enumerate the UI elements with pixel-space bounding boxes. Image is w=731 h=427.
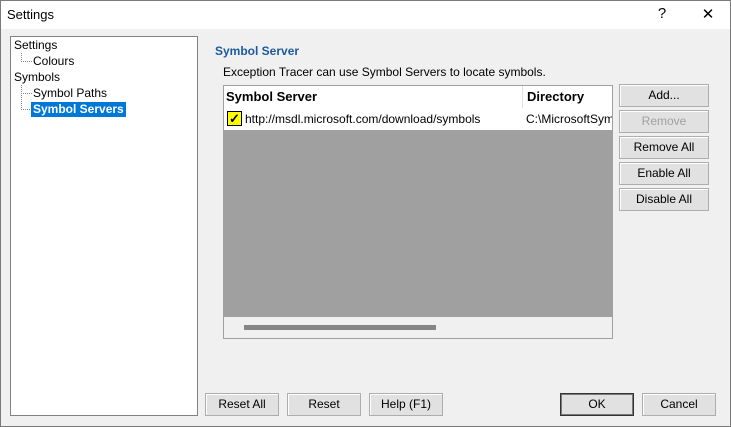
symbol-server-list[interactable]: Symbol Server Directory ✓ http://msdl.mi…	[223, 85, 613, 339]
scrollbar-thumb[interactable]	[244, 325, 436, 330]
ok-button[interactable]: OK	[560, 393, 634, 416]
section-title: Symbol Server	[215, 44, 300, 58]
help-button[interactable]: ?	[647, 5, 677, 22]
horizontal-scrollbar[interactable]	[224, 317, 612, 338]
settings-dialog: Settings ? ✕ Settings Colours Symbols Sy…	[0, 0, 731, 427]
disable-all-button[interactable]: Disable All	[619, 188, 709, 211]
tree-line	[21, 53, 32, 62]
window-title: Settings	[7, 7, 54, 22]
remove-all-button[interactable]: Remove All	[619, 136, 709, 159]
column-header-symbol-server[interactable]: Symbol Server	[226, 89, 317, 104]
tree-line	[21, 85, 32, 94]
add-button[interactable]: Add...	[619, 84, 709, 107]
server-url: http://msdl.microsoft.com/download/symbo…	[245, 112, 481, 126]
column-header-directory[interactable]: Directory	[527, 89, 584, 104]
settings-tree[interactable]: Settings Colours Symbols Symbol Paths Sy…	[10, 36, 198, 416]
enable-all-button[interactable]: Enable All	[619, 162, 709, 185]
tree-item-colours[interactable]: Colours	[33, 54, 74, 69]
reset-button[interactable]: Reset	[287, 393, 361, 416]
server-directory: C:\MicrosoftSym	[526, 112, 613, 126]
tree-item-symbol-paths[interactable]: Symbol Paths	[33, 86, 107, 101]
help-f1-button[interactable]: Help (F1)	[369, 393, 443, 416]
column-divider[interactable]	[522, 86, 523, 108]
remove-button[interactable]: Remove	[619, 110, 709, 133]
close-icon[interactable]: ✕	[693, 5, 723, 23]
tree-item-symbols[interactable]: Symbols	[14, 70, 60, 85]
table-row[interactable]: ✓ http://msdl.microsoft.com/download/sym…	[224, 108, 612, 130]
checkbox-enabled[interactable]: ✓	[227, 111, 242, 126]
tree-item-settings[interactable]: Settings	[14, 38, 57, 53]
title-bar: Settings ? ✕	[1, 1, 730, 29]
reset-all-button[interactable]: Reset All	[205, 393, 279, 416]
tree-item-symbol-servers[interactable]: Symbol Servers	[31, 102, 126, 117]
cancel-button[interactable]: Cancel	[642, 393, 716, 416]
section-description: Exception Tracer can use Symbol Servers …	[223, 65, 546, 79]
list-header: Symbol Server Directory	[224, 86, 612, 108]
